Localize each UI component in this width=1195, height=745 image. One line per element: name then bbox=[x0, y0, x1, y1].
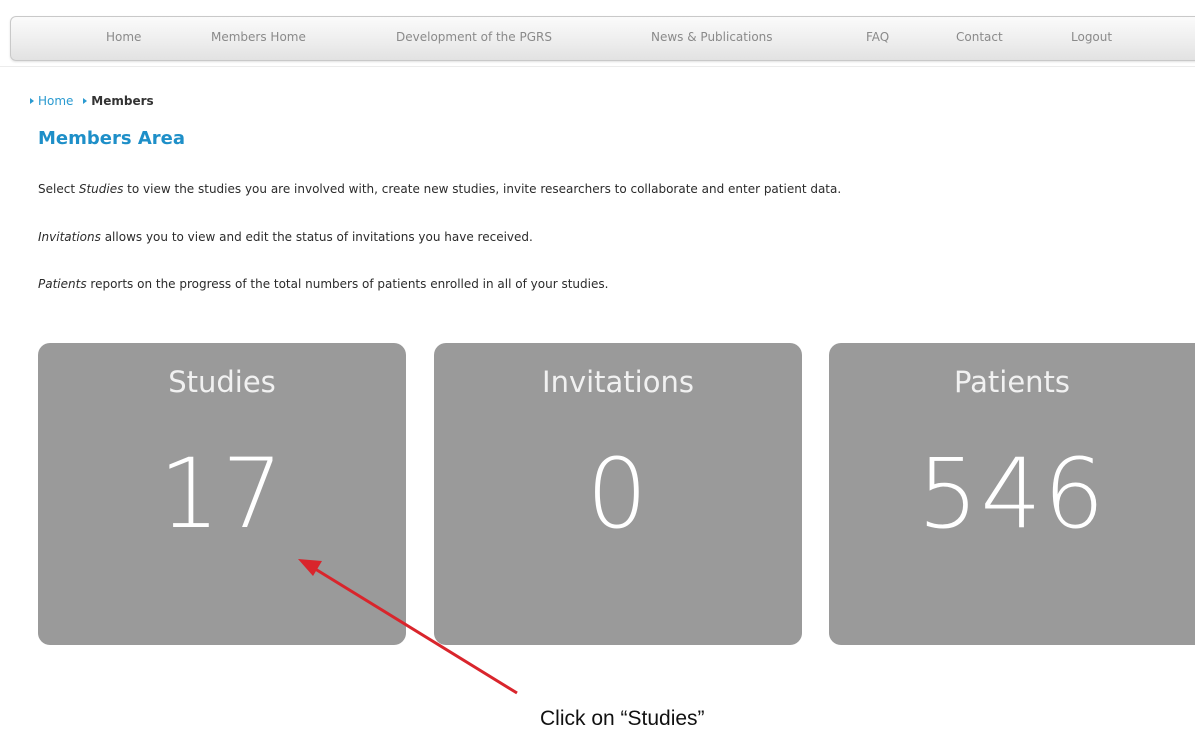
paragraph-emphasis: Patients bbox=[38, 277, 87, 291]
patients-count: 546 bbox=[917, 438, 1107, 550]
paragraph-text: to view the studies you are involved wit… bbox=[123, 182, 842, 196]
studies-tile[interactable]: Studies 17 bbox=[38, 343, 406, 645]
top-navigation-bar: Home Members Home Development of the PGR… bbox=[10, 16, 1195, 61]
paragraph-prefix: Select bbox=[38, 182, 79, 196]
invitations-tile-label: Invitations bbox=[542, 365, 694, 399]
invitations-count: 0 bbox=[586, 438, 650, 550]
breadcrumb-arrow-icon bbox=[83, 98, 88, 104]
breadcrumb-current: Members bbox=[91, 94, 154, 108]
studies-tile-label: Studies bbox=[168, 365, 276, 399]
paragraph-emphasis: Studies bbox=[78, 182, 124, 196]
invitations-tile[interactable]: Invitations 0 bbox=[434, 343, 802, 645]
nav-item-logout[interactable]: Logout bbox=[1071, 30, 1112, 44]
nav-item-contact[interactable]: Contact bbox=[956, 30, 1003, 44]
members-page: Home Members Home Development of the PGR… bbox=[0, 0, 1195, 745]
patients-tile[interactable]: Patients 546 bbox=[829, 343, 1195, 645]
nav-item-news[interactable]: News & Publications bbox=[651, 30, 773, 44]
paragraph-emphasis: Invitations bbox=[38, 230, 101, 244]
paragraph-text: reports on the progress of the total num… bbox=[86, 277, 609, 291]
nav-item-home[interactable]: Home bbox=[106, 30, 141, 44]
intro-paragraph-invitations: Invitations allows you to view and edit … bbox=[38, 230, 533, 244]
breadcrumb-home-link[interactable]: Home bbox=[38, 94, 73, 108]
nav-item-development[interactable]: Development of the PGRS bbox=[396, 30, 552, 44]
nav-item-faq[interactable]: FAQ bbox=[866, 30, 889, 44]
nav-divider bbox=[0, 66, 1195, 67]
annotation-instruction: Click on “Studies” bbox=[540, 707, 705, 730]
patients-tile-label: Patients bbox=[953, 365, 1071, 399]
breadcrumb-arrow-icon bbox=[30, 98, 34, 104]
intro-paragraph-studies: Select Studies to view the studies you a… bbox=[38, 182, 841, 196]
paragraph-text: allows you to view and edit the status o… bbox=[100, 230, 533, 244]
breadcrumb: Home Members bbox=[30, 94, 154, 108]
nav-item-members-home[interactable]: Members Home bbox=[211, 30, 306, 44]
intro-paragraph-patients: Patients reports on the progress of the … bbox=[38, 277, 608, 291]
studies-count: 17 bbox=[158, 438, 286, 550]
page-title: Members Area bbox=[38, 128, 185, 149]
